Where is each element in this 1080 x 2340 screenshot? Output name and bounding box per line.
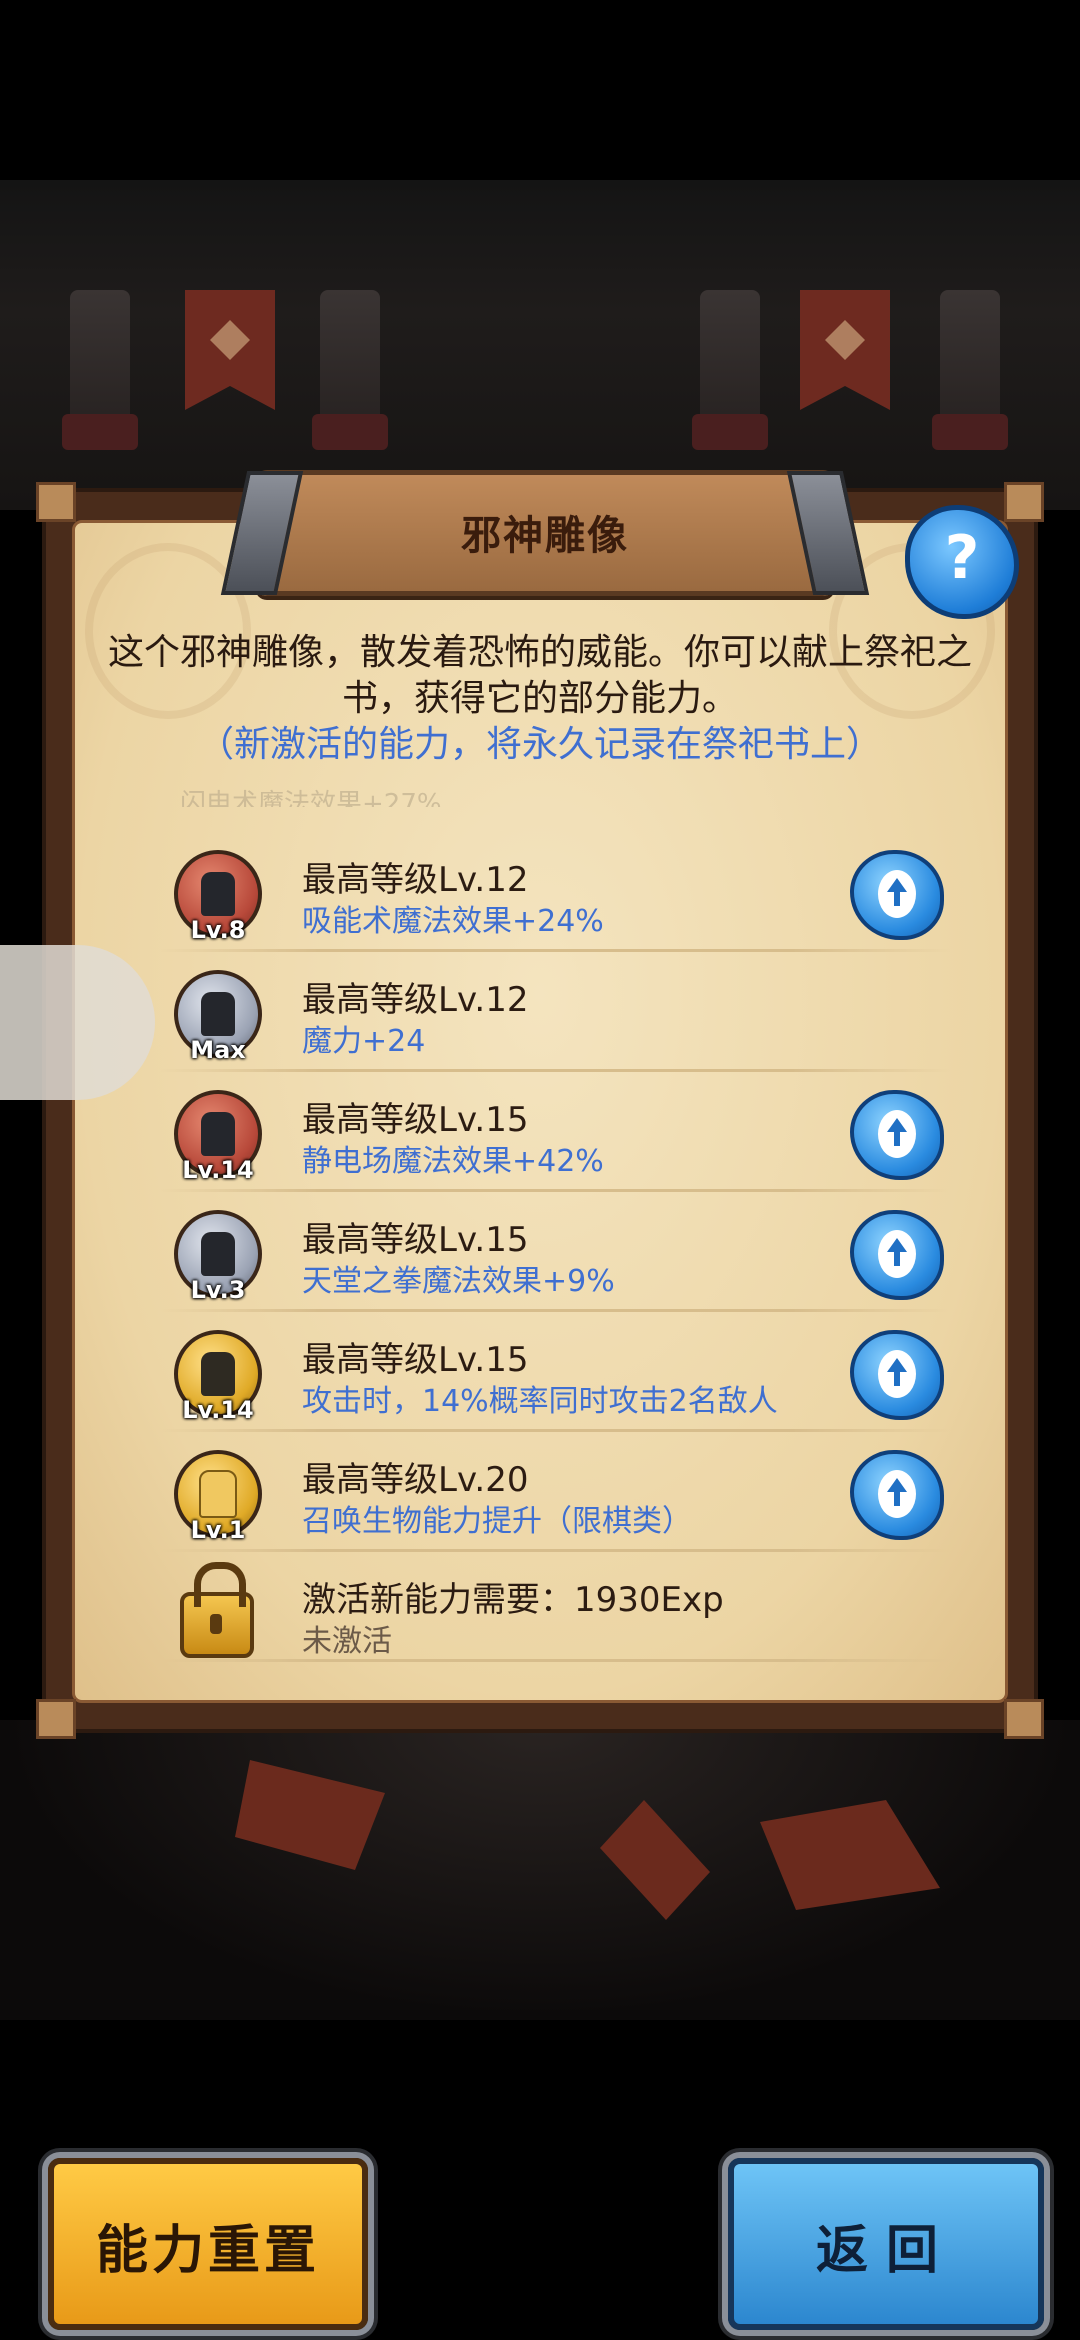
description-note: （新激活的能力，将永久记录在祭祀书上） [197, 724, 882, 765]
pillar [932, 290, 1008, 450]
ability-medal: Max [174, 970, 262, 1064]
ability-effect: 攻击时，14%概率同时攻击2名敌人 [302, 1384, 778, 1419]
lock-icon [180, 1562, 254, 1658]
ability-row: Lv.8 最高等级Lv.12 吸能术魔法效果+24% [160, 832, 950, 952]
ability-medal: Lv.14 [174, 1330, 262, 1424]
chess-piece-icon [199, 1470, 237, 1518]
ability-effect: 召唤生物能力提升（限棋类） [302, 1504, 692, 1539]
chess-piece-icon [201, 992, 235, 1036]
unlock-requirement: 激活新能力需要：1930Exp [302, 1580, 724, 1620]
up-arrow-icon [878, 870, 916, 918]
back-button-label: 返回 [815, 2221, 956, 2281]
up-arrow-icon [878, 1470, 916, 1518]
reset-abilities-button[interactable]: 能力重置 [48, 2158, 368, 2330]
chess-piece-icon [201, 1232, 235, 1276]
locked-status: 未激活 [302, 1624, 392, 1659]
upgrade-button[interactable] [850, 1090, 944, 1180]
pillar [692, 290, 768, 450]
ability-row: Max 最高等级Lv.12 魔力+24 [160, 952, 950, 1072]
description: 这个邪神雕像，散发着恐怖的威能。你可以献上祭祀之书，获得它的部分能力。 [107, 632, 972, 719]
ability-effect: 天堂之拳魔法效果+9% [302, 1264, 615, 1299]
ability-medal: Lv.1 [174, 1450, 262, 1544]
ability-max-level: 最高等级Lv.20 [302, 1460, 529, 1500]
ability-row: Lv.14 最高等级Lv.15 攻击时，14%概率同时攻击2名敌人 [160, 1312, 950, 1432]
question-icon: ? [944, 523, 980, 593]
back-button[interactable]: 返回 [728, 2158, 1044, 2330]
ability-list[interactable]: Lv.8 最高等级Lv.12 吸能术魔法效果+24% Max 最高等级Lv.12… [160, 832, 950, 1662]
panel-corner [1004, 482, 1044, 522]
ability-medal: Lv.8 [174, 850, 262, 944]
upgrade-button[interactable] [850, 850, 944, 940]
upgrade-button[interactable] [850, 1330, 944, 1420]
ability-max-level: 最高等级Lv.12 [302, 980, 529, 1020]
ability-level: Lv.14 [182, 1396, 254, 1424]
up-arrow-icon [878, 1350, 916, 1398]
ability-max-level: 最高等级Lv.15 [302, 1100, 529, 1140]
ability-max-level: 最高等级Lv.15 [302, 1220, 529, 1260]
ability-effect: 静电场魔法效果+42% [302, 1144, 604, 1179]
ability-level: Lv.1 [190, 1516, 246, 1544]
chess-piece-icon [201, 872, 235, 916]
panel-corner [1004, 1699, 1044, 1739]
panel-title: 邪神雕像 [461, 513, 629, 559]
panel-corner [36, 1699, 76, 1739]
chess-piece-icon [201, 1352, 235, 1396]
upgrade-button[interactable] [850, 1450, 944, 1540]
ability-effect: 魔力+24 [302, 1024, 426, 1059]
ability-medal: Lv.14 [174, 1090, 262, 1184]
up-arrow-icon [878, 1230, 916, 1278]
ability-row: Lv.1 最高等级Lv.20 召唤生物能力提升（限棋类） [160, 1432, 950, 1552]
pillar [62, 290, 138, 450]
castle-background-top [0, 180, 1080, 510]
upgrade-button[interactable] [850, 1210, 944, 1300]
pillar [312, 290, 388, 450]
floating-side-handle[interactable] [0, 945, 155, 1100]
up-arrow-icon [878, 1110, 916, 1158]
ability-row: Lv.3 最高等级Lv.15 天堂之拳魔法效果+9% [160, 1192, 950, 1312]
chess-piece-icon [201, 1112, 235, 1156]
ability-level: Lv.14 [182, 1156, 254, 1184]
ability-row: Lv.14 最高等级Lv.15 静电场魔法效果+42% [160, 1072, 950, 1192]
ability-effect: 吸能术魔法效果+24% [302, 904, 604, 939]
ability-medal: Lv.3 [174, 1210, 262, 1304]
ability-level: Lv.8 [190, 916, 246, 944]
panel-corner [36, 482, 76, 522]
locked-ability-row: 激活新能力需要：1930Exp 未激活 [160, 1552, 950, 1662]
ability-max-level: 最高等级Lv.12 [302, 860, 529, 900]
reset-button-label: 能力重置 [95, 2221, 320, 2281]
ability-level: Lv.3 [190, 1276, 246, 1304]
title-plate: 邪神雕像 [220, 470, 870, 596]
scrolled-row-fragment: 闪电术魔法效果+27% [180, 789, 442, 807]
ability-max-level: 最高等级Lv.15 [302, 1340, 529, 1380]
ability-level: Max [190, 1036, 246, 1064]
